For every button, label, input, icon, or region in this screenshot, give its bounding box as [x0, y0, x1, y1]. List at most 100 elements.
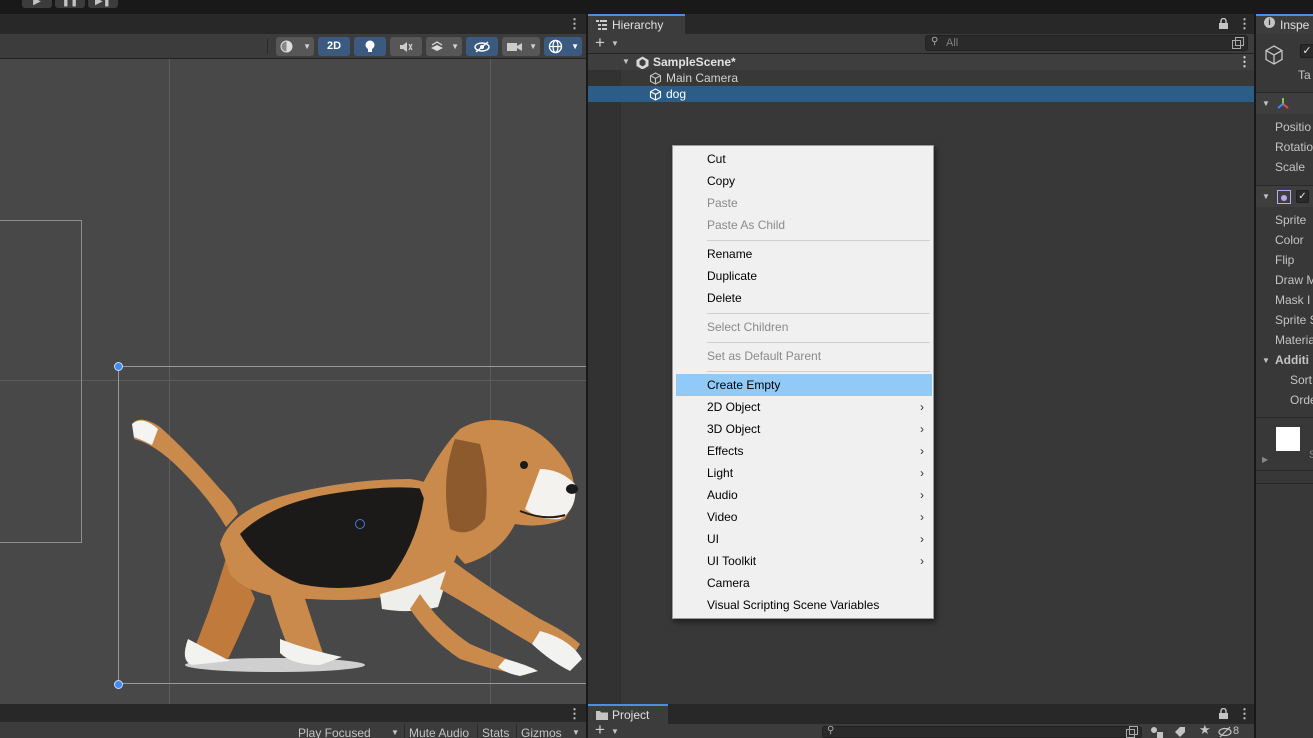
menu-item-effects[interactable]: Effects ›	[676, 440, 932, 462]
menu-item-ui[interactable]: UI ›	[676, 528, 932, 550]
chevron-right-icon: ›	[920, 554, 924, 568]
menu-item-effects-label: Effects	[707, 444, 744, 458]
scene-toolbar: ▼ 2D ▼ ▼ ▼	[0, 34, 586, 59]
transform-component-header[interactable]: ▼	[1256, 92, 1313, 114]
shading-mode-dropdown[interactable]: ▼	[276, 37, 314, 56]
menu-item-light[interactable]: Light ›	[676, 462, 932, 484]
chevron-right-icon: ›	[920, 532, 924, 546]
eye-hidden-icon[interactable]	[1218, 726, 1232, 738]
menu-item-3d-object-label: 3D Object	[707, 422, 761, 436]
sprite-renderer-header[interactable]: ▼ ✓	[1256, 185, 1313, 207]
menu-item-2d-object-label: 2D Object	[707, 400, 761, 414]
chevron-right-icon: ›	[920, 444, 924, 458]
menu-item-paste[interactable]: Paste	[676, 192, 932, 214]
search-scope-icon[interactable]	[1126, 726, 1138, 738]
search-scope-icon[interactable]	[1232, 37, 1244, 49]
scene-more-icon[interactable]: ⋮	[568, 16, 581, 32]
menu-item-set-default-parent[interactable]: Set as Default Parent	[676, 345, 932, 367]
menu-item-visual-scripting-scene-variables[interactable]: Visual Scripting Scene Variables	[676, 594, 932, 616]
project-search-input[interactable]: ⚲	[822, 725, 1142, 738]
plus-icon[interactable]: +	[595, 720, 605, 738]
scene-more-icon[interactable]: ⋮	[1238, 54, 1251, 70]
stats-toggle[interactable]: Stats	[482, 726, 509, 738]
menu-item-video[interactable]: Video ›	[676, 506, 932, 528]
hierarchy-tab-bar: Hierarchy ⋮	[588, 14, 1254, 34]
tab-hierarchy[interactable]: Hierarchy	[588, 14, 685, 34]
chevron-down-icon: ▼	[391, 728, 399, 737]
flip-label: Flip	[1275, 253, 1295, 267]
chevron-down-icon[interactable]: ▼	[1262, 356, 1270, 365]
scene-visibility-toggle[interactable]	[466, 37, 498, 56]
play-focused-dropdown[interactable]: Play Focused	[298, 726, 371, 738]
sprite-renderer-enabled-checkbox[interactable]: ✓	[1296, 190, 1309, 203]
lighting-toggle[interactable]	[354, 37, 386, 56]
play-button[interactable]: ▶	[22, 0, 52, 8]
scene-row[interactable]: ▼ SampleScene* ⋮	[588, 54, 1254, 70]
project-more-icon[interactable]: ⋮	[1238, 706, 1251, 722]
hierarchy-item-dog[interactable]: dog	[588, 86, 1254, 102]
step-button[interactable]: ▶❚	[88, 0, 118, 8]
material-preview-caption: S	[1309, 449, 1313, 461]
rect-handle-bottom-left[interactable]	[114, 680, 123, 689]
menu-separator	[707, 313, 930, 314]
lock-icon[interactable]	[1219, 708, 1228, 719]
shading-sphere-icon	[280, 40, 293, 53]
chevron-down-icon[interactable]: ▼	[611, 39, 619, 48]
menu-item-delete[interactable]: Delete	[676, 287, 932, 309]
gizmos-toggle-game[interactable]: Gizmos	[521, 726, 562, 738]
hierarchy-gutter	[588, 54, 621, 704]
menu-item-paste-as-child[interactable]: Paste As Child	[676, 214, 932, 236]
favorites-star-icon[interactable]: ★	[1199, 722, 1211, 738]
camera-dropdown[interactable]: ▼	[502, 37, 540, 56]
menu-item-copy[interactable]: Copy	[676, 170, 932, 192]
menu-item-duplicate[interactable]: Duplicate	[676, 265, 932, 287]
effects-dropdown[interactable]: ▼	[426, 37, 462, 56]
mode-2d-toggle[interactable]: 2D	[318, 37, 350, 56]
lock-icon[interactable]	[1219, 18, 1228, 29]
menu-item-rename[interactable]: Rename	[676, 243, 932, 265]
menu-item-3d-object[interactable]: 3D Object ›	[676, 418, 932, 440]
scene-viewport[interactable]	[0, 59, 586, 704]
menu-item-audio[interactable]: Audio ›	[676, 484, 932, 506]
tab-hierarchy-label: Hierarchy	[612, 18, 664, 32]
chevron-down-icon: ▼	[571, 42, 579, 51]
material-preview-swatch	[1276, 427, 1300, 451]
filter-by-label-icon[interactable]	[1174, 726, 1186, 738]
game-toolbar: Play Focused ▼ Mute Audio Stats Gizmos ▼	[0, 722, 586, 738]
chevron-right-icon[interactable]: ▶	[1262, 455, 1268, 464]
scale-label: Scale	[1275, 160, 1306, 174]
material-label: Materia	[1275, 333, 1313, 347]
menu-item-create-empty[interactable]: Create Empty	[676, 374, 932, 396]
active-checkbox[interactable]: ✓	[1300, 44, 1313, 58]
chevron-down-icon: ▼	[303, 42, 311, 51]
hierarchy-more-icon[interactable]: ⋮	[1238, 16, 1251, 32]
menu-item-ui-toolkit-label: UI Toolkit	[707, 554, 757, 568]
eye-hidden-icon	[474, 41, 490, 53]
menu-item-2d-object[interactable]: 2D Object ›	[676, 396, 932, 418]
menu-item-cut[interactable]: Cut	[676, 148, 932, 170]
pivot-indicator[interactable]	[355, 519, 365, 529]
game-more-icon[interactable]: ⋮	[568, 706, 581, 722]
inspector-tab-bar: i Inspe	[1256, 14, 1313, 34]
menu-item-camera[interactable]: Camera	[676, 572, 932, 594]
tab-inspector[interactable]: i Inspe	[1256, 14, 1313, 34]
pause-button[interactable]: ❚❚	[55, 0, 85, 8]
chevron-down-icon[interactable]: ▼	[622, 54, 630, 70]
hierarchy-search-input[interactable]: ⚲ All	[925, 35, 1248, 51]
hierarchy-item-main-camera[interactable]: Main Camera	[588, 70, 1254, 86]
gizmos-toggle[interactable]: ▼	[544, 37, 582, 56]
mute-audio-toggle[interactable]: Mute Audio	[409, 726, 469, 738]
menu-item-select-children[interactable]: Select Children	[676, 316, 932, 338]
dog-sprite[interactable]	[120, 369, 586, 679]
scene-name: SampleScene*	[653, 55, 736, 69]
plus-icon[interactable]: +	[595, 33, 605, 53]
menu-item-ui-toolkit[interactable]: UI Toolkit ›	[676, 550, 932, 572]
audio-toggle[interactable]	[390, 37, 422, 56]
additional-settings-header[interactable]: Additi	[1275, 353, 1309, 367]
filter-by-type-icon[interactable]	[1150, 726, 1164, 738]
chevron-down-icon[interactable]: ▼	[611, 727, 619, 736]
rotation-label: Rotatio	[1275, 140, 1313, 154]
effects-layers-icon	[431, 41, 443, 51]
unity-logo-icon	[636, 56, 649, 69]
audio-mute-icon	[400, 42, 413, 52]
